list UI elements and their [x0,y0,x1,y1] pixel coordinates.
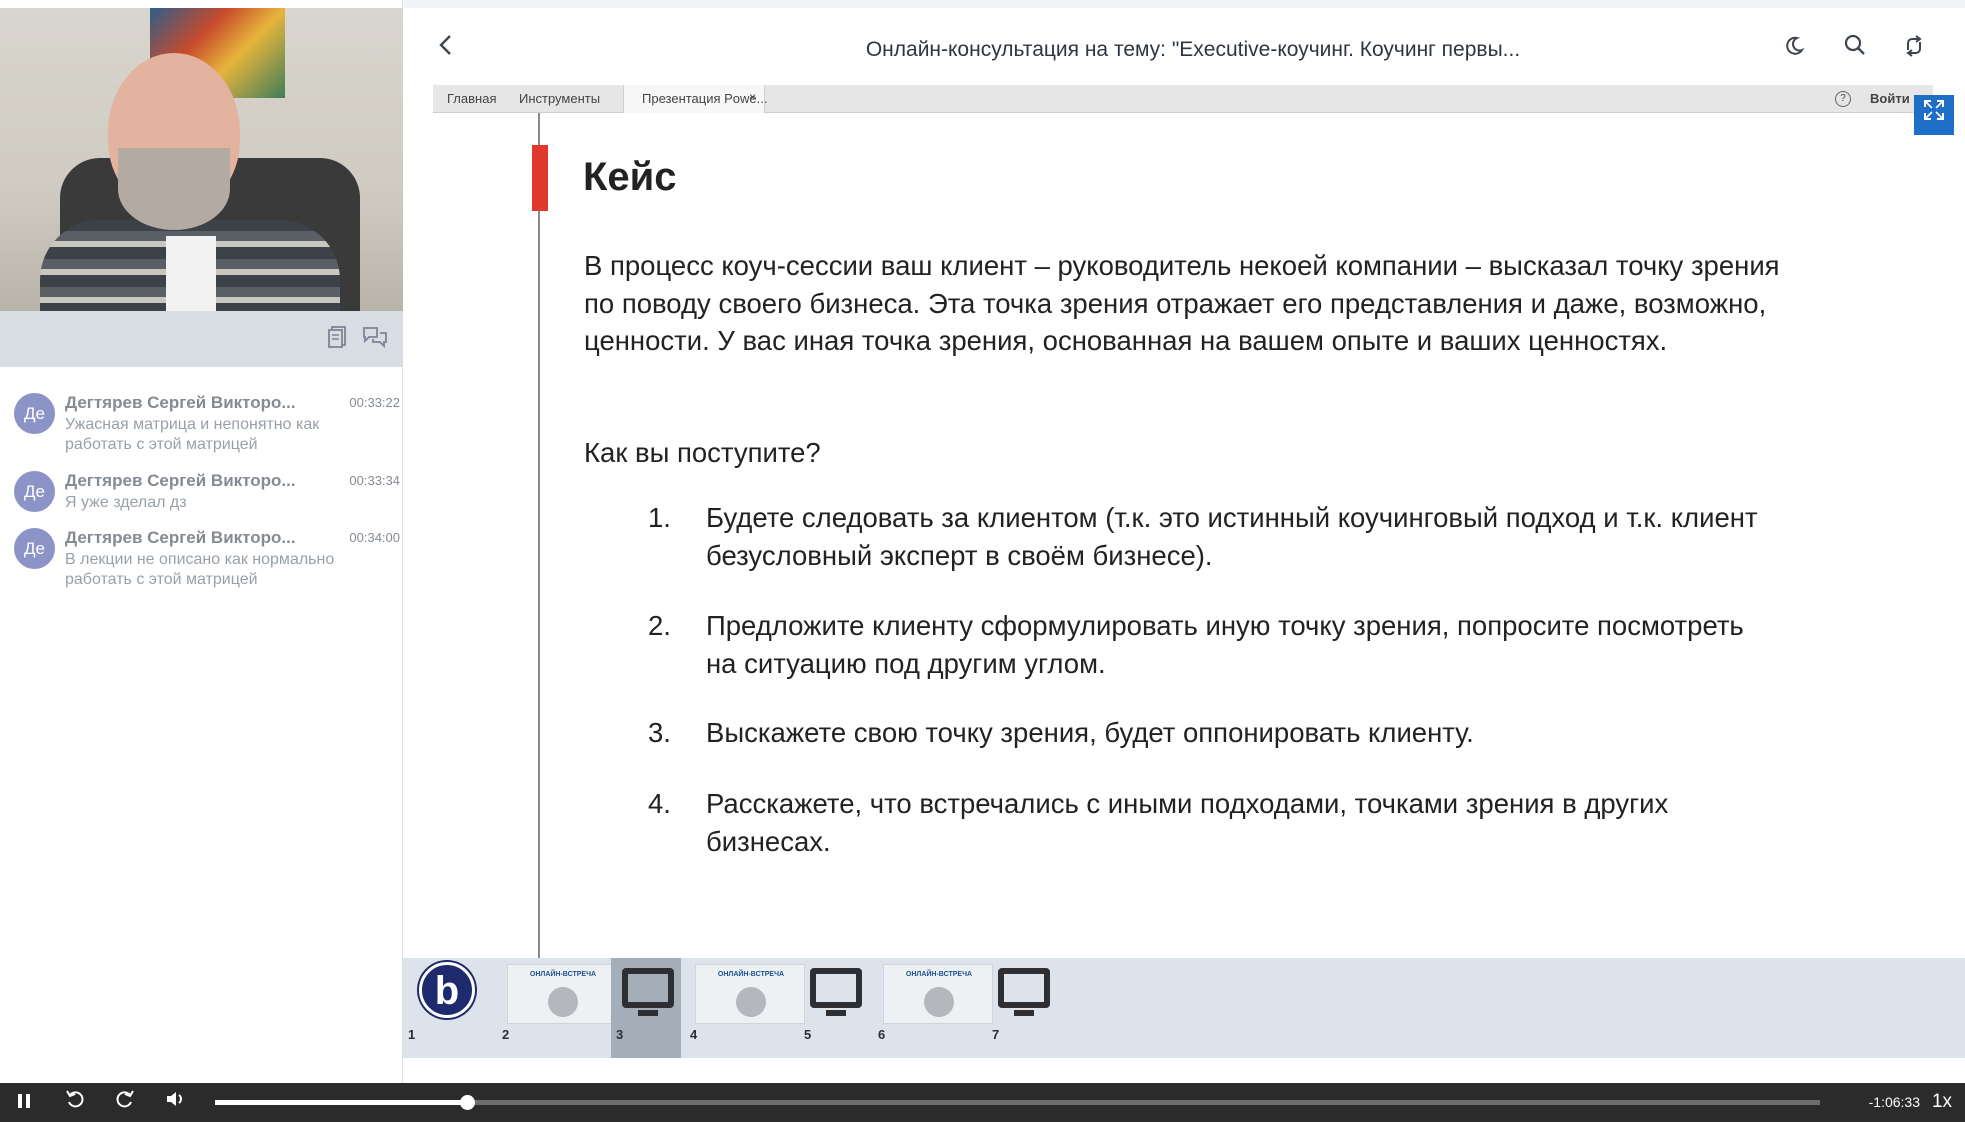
pause-icon[interactable] [10,1089,38,1117]
slide-paragraph: В процесс коуч-сессии ваш клиент – руков… [584,250,1780,356]
remaining-time: -1:06:33 [1868,1094,1920,1110]
notes-icon[interactable] [324,325,352,353]
webcam-video[interactable] [0,8,403,311]
left-panel: Де Дегтярев Сергей Викторо... 00:33:22 У… [0,0,403,1083]
slide-accent-bar [532,145,548,211]
volume-icon[interactable] [162,1089,190,1117]
option-text: Выскажете свою точку зрения, будет оппон… [706,717,1474,748]
thumbnail-image: ОНЛАЙН-ВСТРЕЧА [507,964,617,1024]
option-number: 4. [648,788,671,819]
slide-question: Как вы поступите? [584,437,821,468]
thumbnail-number: 7 [992,1027,1000,1042]
tab-tools: Инструменты [519,91,601,106]
presenter-beard [118,148,230,230]
chat-timestamp[interactable]: 00:33:34 [335,473,400,488]
avatar: Де [14,528,55,569]
thumbnail-5[interactable]: 5 [799,958,869,1058]
chat-author: Дегтярев Сергей Викторо... [65,471,296,490]
progress-bar[interactable] [215,1095,1820,1110]
thumbnail-number: 6 [878,1027,886,1042]
owl-graphic [924,987,954,1017]
monitor-icon [622,968,674,1008]
thumbnail-4[interactable]: ОНЛАЙН-ВСТРЕЧА 4 [685,958,805,1058]
progress-handle[interactable] [459,1095,475,1110]
thumbnail-image: ОНЛАЙН-ВСТРЕЧА [883,964,993,1024]
expand-icon[interactable] [1914,95,1954,135]
thumbnail-caption: ОНЛАЙН-ВСТРЕЧА [905,971,973,978]
tab-presentation: Презентация Powe... × [623,85,768,113]
moon-icon[interactable] [1776,32,1812,68]
thumbnail-caption: ОНЛАЙН-ВСТРЕЧА [529,971,597,978]
chat-text: Я уже зделал дз [65,494,187,511]
slide-heading: Кейс [583,155,677,199]
thumbnail-caption: ОНЛАЙН-ВСТРЕЧА [717,971,785,978]
forward-icon[interactable] [111,1089,139,1117]
powerpoint-ribbon-tabs: Главная Инструменты Презентация Powe... … [433,85,1933,113]
owl-graphic [548,987,578,1017]
thumbnail-image: ОНЛАЙН-ВСТРЕЧА [695,964,805,1024]
playback-speed-button[interactable]: 1x [1925,1091,1959,1113]
chat-timestamp[interactable]: 00:33:22 [335,395,400,410]
search-icon[interactable] [1837,32,1873,68]
thumbnail-3[interactable]: 3 [611,958,681,1058]
monitor-icon [810,968,862,1008]
thumbnail-6[interactable]: ОНЛАЙН-ВСТРЕЧА 6 [873,958,993,1058]
rewind-icon[interactable] [61,1089,89,1117]
chat-text: Ужасная матрица и непонятно как работать… [65,416,320,453]
slide-divider-line [538,113,540,958]
option-text: Расскажете, что встречались с иными подх… [706,788,1669,857]
login-link: Войти [1870,91,1910,106]
top-bar: Онлайн-консультация на тему: "Executive-… [403,0,1965,85]
thumbnail-7[interactable]: 7 [987,958,1057,1058]
player-controls: -1:06:33 1x [0,1083,1965,1122]
monitor-stand [1014,1010,1034,1016]
left-toolbar [0,311,403,367]
chat-author: Дегтярев Сергей Викторо... [65,393,296,412]
owl-graphic [736,987,766,1017]
thumbnail-number: 1 [408,1027,416,1042]
slide-thumbnails: b 1 ОНЛАЙН-ВСТРЕЧА 2 3 ОНЛАЙН-ВСТРЕЧА 4 [403,958,1965,1058]
thumbnail-2[interactable]: ОНЛАЙН-ВСТРЕЧА 2 [497,958,617,1058]
recording-title: Онлайн-консультация на тему: "Executive-… [865,38,1521,61]
thumbnail-number: 2 [502,1027,510,1042]
thumbnail-number: 5 [804,1027,812,1042]
back-chevron-icon[interactable] [428,32,464,68]
thumbnail-number: 3 [616,1027,624,1042]
presenter-shirt [166,236,216,311]
tab-home: Главная [447,91,497,106]
swap-layout-icon[interactable] [1896,32,1932,68]
help-icon: ? [1835,91,1851,107]
option-text: Предложите клиенту сформулировать иную т… [706,610,1744,679]
avatar: Де [14,471,55,512]
option-text: Будете следовать за клиентом (т.к. это и… [706,502,1758,571]
chat-icon[interactable] [361,325,389,353]
bigbluebutton-logo: b [419,962,475,1018]
presentation-slide: Главная Инструменты Презентация Powe... … [403,85,1965,958]
monitor-stand [826,1010,846,1016]
chat-author: Дегтярев Сергей Викторо... [65,528,296,547]
monitor-stand [638,1010,658,1016]
chat-timestamp[interactable]: 00:34:00 [335,530,400,545]
option-number: 2. [648,610,671,641]
progress-fill [215,1100,467,1105]
recording-player: Де Дегтярев Сергей Викторо... 00:33:22 У… [0,0,1965,1122]
close-icon: × [749,90,757,104]
option-number: 1. [648,502,671,533]
chat-text: В лекции не описано как нормально работа… [65,551,335,588]
option-number: 3. [648,717,671,748]
avatar: Де [14,393,55,434]
monitor-icon [998,968,1050,1008]
thumbnail-number: 4 [690,1027,698,1042]
